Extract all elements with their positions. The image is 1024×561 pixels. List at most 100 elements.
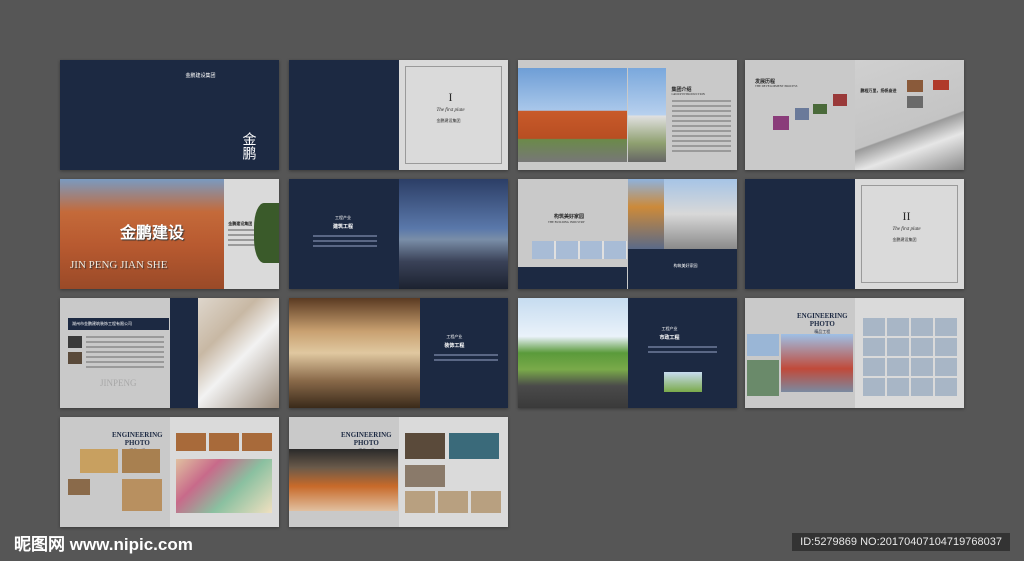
chapter-1-numeral: I — [448, 90, 453, 104]
cover-back-page — [60, 60, 170, 170]
eng3-title2: PHOTO — [353, 439, 379, 447]
industry-complex-photo — [663, 179, 737, 249]
company-portrait-2 — [68, 352, 82, 364]
timeline-photo-4 — [833, 94, 847, 106]
chapter-1-right-page: I The first plate 金鹏建设集团 — [398, 60, 508, 170]
chapter-2-heading: 金鹏建设集团 — [892, 237, 917, 242]
construction-body-text — [313, 235, 377, 250]
eng2-strip-photos — [175, 433, 272, 451]
development-subtitle: THE DEVELOPMENT PROCESS — [755, 84, 798, 88]
watermark-id: ID:5279869 NO:20170407104719768037 — [792, 533, 1010, 551]
chapter-1-subtitle: The first plate — [436, 108, 465, 113]
eng1-heading: ENGINEERING PHOTO 精品工程 — [797, 312, 848, 336]
spread-engineering-photo-3: ENGINEERING PHOTO 精品工程 — [289, 417, 508, 527]
sign-right-page: 金鹏建设集团 — [224, 179, 279, 289]
decoration-tag: 工程产业 — [446, 334, 463, 339]
company-logo-text: JINPENG — [100, 378, 137, 388]
chapter-2-right-page: II The first plate 金鹏建设集团 — [854, 179, 964, 289]
eng3-right-page — [398, 417, 508, 527]
chapter-1-frame — [404, 66, 502, 164]
industry-slogan: 构筑美好家园 — [673, 263, 698, 268]
eng3-photo-3 — [404, 465, 445, 487]
timeline-photo-7 — [906, 96, 923, 108]
eng2-mall-photo — [175, 459, 272, 513]
group-intro-subtitle: GROUP INTRODUCTION — [671, 92, 705, 96]
industry-photo-strip — [532, 241, 627, 259]
development-left-page: 发展历程 THE DEVELOPMENT PROCESS — [745, 60, 855, 170]
decoration-hall-photo — [289, 298, 421, 408]
construction-left-page: 工程产业 建筑工程 — [289, 179, 399, 289]
building-photo-right — [627, 68, 666, 162]
spread-engineering-photo-2: ENGINEERING PHOTO 精品工程 — [60, 417, 279, 527]
spread-development: 发展历程 THE DEVELOPMENT PROCESS 鹏程万里，扬帆奋进 — [745, 60, 964, 170]
municipal-tag: 工程产业 — [661, 326, 678, 331]
watermark-site: 昵图网 www.nipic.com — [14, 535, 193, 554]
company-title: 湖州市金鹏建筑装饰工程有限公司 — [72, 321, 132, 326]
company-meeting-photo — [169, 298, 279, 408]
timeline-photo-5 — [906, 80, 923, 92]
municipal-small-photo — [663, 372, 702, 392]
eng3-title1: ENGINEERING — [341, 431, 392, 439]
construction-title: 建筑工程 — [333, 225, 354, 230]
decoration-right-page: 工程产业 装饰工程 — [420, 298, 508, 408]
timeline-photo-1 — [773, 116, 789, 130]
spread-decoration: 工程产业 装饰工程 — [289, 298, 508, 408]
spread-group-intro: 集团介绍 GROUP INTRODUCTION — [518, 60, 737, 170]
decoration-body-text — [434, 354, 498, 364]
spread-jinpeng-sign: 金鹏建设 JIN PENG JIAN SHE 金鹏建设集团 — [60, 179, 279, 289]
eng1-left-page: ENGINEERING PHOTO 精品工程 — [745, 298, 855, 408]
eng3-photo-4 — [404, 491, 501, 513]
eng2-left-page: ENGINEERING PHOTO 精品工程 — [60, 417, 170, 527]
sign-en-text: JIN PENG JIAN SHE — [70, 259, 168, 271]
construction-tag: 工程产业 — [335, 215, 351, 220]
decoration-title: 装饰工程 — [444, 344, 465, 349]
timeline-photo-6 — [932, 80, 949, 90]
spread-cover: 金鹏建设集团 金鹏 — [60, 60, 279, 170]
eng2-photo-1 — [80, 449, 118, 473]
eng1-right-page — [854, 298, 964, 408]
timeline-photo-3 — [813, 104, 827, 114]
eng1-photo-3 — [747, 360, 779, 396]
building-photo — [518, 68, 627, 162]
sign-left-page: 金鹏建设 JIN PENG JIAN SHE — [60, 179, 225, 289]
tree-photo — [254, 203, 279, 263]
spread-building-industry: 构筑美好家园 THE BUILDING INDUSTRY 构筑美好家园 — [518, 179, 737, 289]
municipal-right-page: 工程产业 市政工程 — [627, 298, 737, 408]
chapter-2-subtitle: The first plate — [892, 227, 921, 232]
eng3-photo-1 — [404, 433, 445, 459]
spread-chapter-2: II The first plate 金鹏建设集团 — [745, 179, 964, 289]
chapter-2-frame — [860, 185, 958, 283]
industry-bottom-band — [518, 267, 627, 289]
eng1-title1: ENGINEERING — [797, 312, 848, 320]
eng2-title1: ENGINEERING — [112, 431, 163, 439]
cover-brand: 金鹏建设集团 — [185, 74, 216, 79]
spread-construction: 工程产业 建筑工程 — [289, 179, 508, 289]
group-intro-body-text — [671, 100, 731, 155]
sign-cn-text: 金鹏建设 — [120, 225, 185, 242]
development-side-title: 鹏程万里，扬帆奋进 — [860, 88, 897, 93]
development-right-page: 鹏程万里，扬帆奋进 — [854, 60, 964, 170]
municipal-body-text — [647, 346, 717, 356]
eng1-title2: PHOTO — [809, 320, 835, 328]
cover-front-page: 金鹏建设集团 金鹏 — [169, 60, 279, 170]
company-navy-block — [169, 298, 198, 408]
company-portrait-1 — [68, 336, 82, 348]
eng3-theater-photo — [289, 449, 398, 511]
industry-title: 构筑美好家园 — [554, 215, 585, 220]
eng2-photo-2 — [122, 449, 160, 473]
chapter-1-heading: 金鹏建设集团 — [436, 118, 461, 123]
eng2-photo-4 — [122, 479, 162, 511]
timeline-photo-2 — [795, 108, 809, 120]
eng1-photo-2 — [781, 334, 853, 392]
industry-tower-photo — [627, 179, 664, 249]
municipal-title: 市政工程 — [659, 336, 680, 341]
eng1-photo-1 — [747, 334, 779, 356]
industry-left-page: 构筑美好家园 THE BUILDING INDUSTRY — [518, 179, 628, 289]
eng1-grid-photos — [862, 316, 959, 396]
industry-right-page: 构筑美好家园 — [627, 179, 737, 289]
eng2-photo-3 — [68, 479, 90, 495]
eng3-left-page: ENGINEERING PHOTO 精品工程 — [289, 417, 399, 527]
group-intro-right-page: 集团介绍 GROUP INTRODUCTION — [627, 60, 737, 170]
industry-subtitle: THE BUILDING INDUSTRY — [548, 220, 585, 224]
spread-engineering-photo-1: ENGINEERING PHOTO 精品工程 — [745, 298, 964, 408]
